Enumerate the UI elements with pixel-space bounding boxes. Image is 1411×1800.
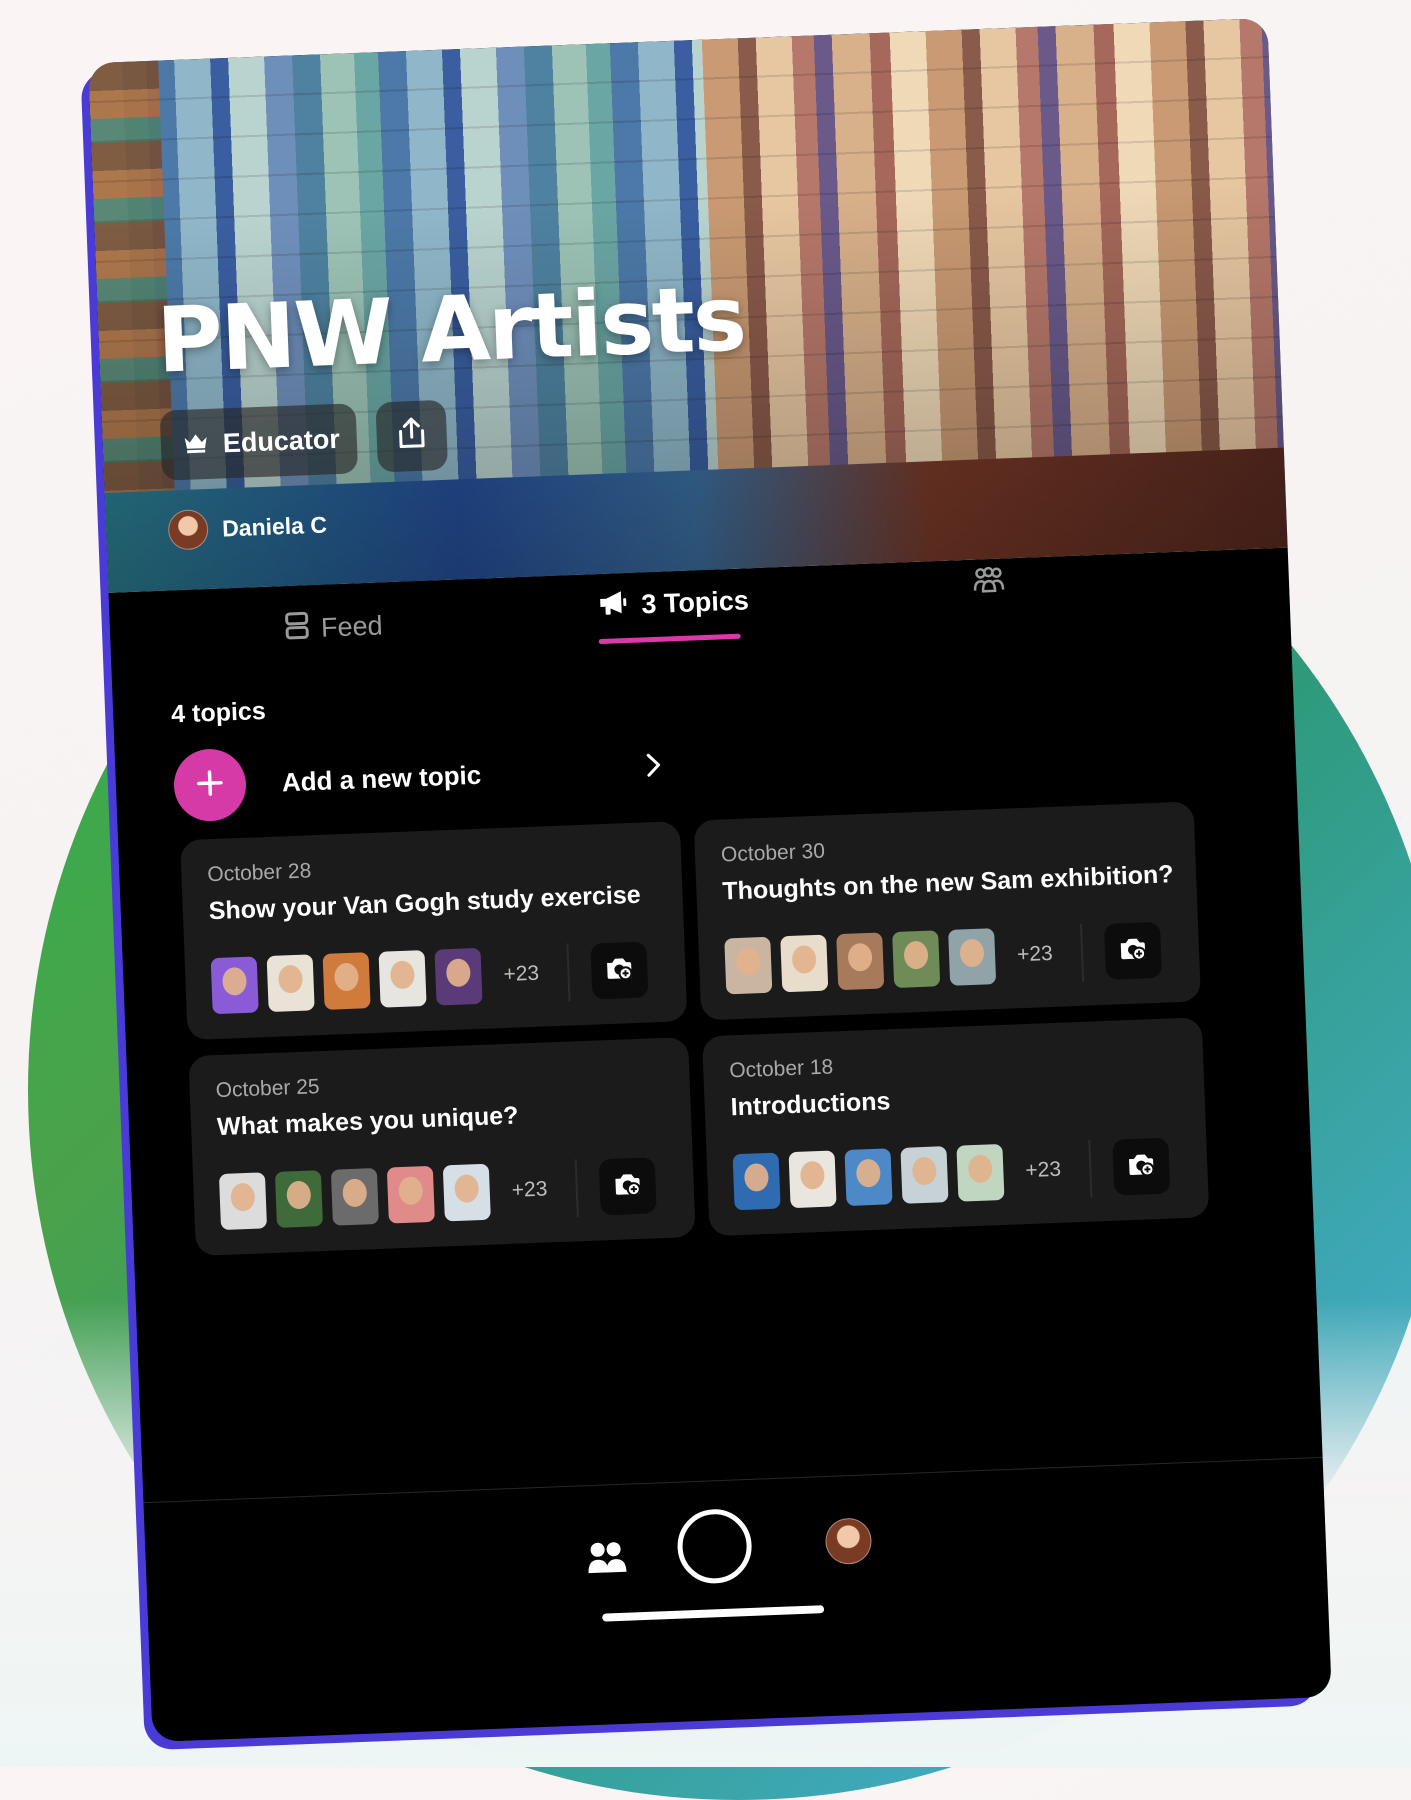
tab-feed-label: Feed bbox=[320, 610, 384, 643]
participant-avatar bbox=[266, 954, 315, 1013]
community-nav-icon[interactable] bbox=[585, 1540, 629, 1582]
tab-feed[interactable]: Feed bbox=[284, 607, 383, 648]
participant-avatar bbox=[732, 1152, 781, 1211]
tab-topics[interactable]: 3 Topics bbox=[597, 583, 750, 624]
share-button[interactable] bbox=[375, 399, 449, 473]
participant-avatar bbox=[724, 936, 773, 995]
topic-title: Introductions bbox=[730, 1087, 891, 1122]
participant-avatar bbox=[210, 956, 259, 1015]
participant-avatar bbox=[836, 932, 885, 991]
tablet-device: PNW Artists Educator Daniela C Feed 3 To… bbox=[80, 17, 1332, 1751]
add-photo-button[interactable] bbox=[1112, 1137, 1171, 1196]
participant-avatar bbox=[780, 934, 829, 993]
add-photo-button[interactable] bbox=[590, 941, 649, 1000]
camera-plus-icon bbox=[604, 954, 635, 987]
educator-label: Educator bbox=[222, 423, 341, 458]
topic-title: Show your Van Gogh study exercise bbox=[208, 880, 642, 926]
topic-participants: +23 bbox=[732, 1134, 1184, 1213]
group-cover-image: PNW Artists Educator Daniela C bbox=[88, 17, 1288, 593]
participant-avatar bbox=[844, 1148, 893, 1206]
topic-card[interactable]: October 18 Introductions +23 bbox=[701, 1017, 1210, 1237]
participant-avatar bbox=[892, 930, 941, 989]
topic-participants: +23 bbox=[724, 918, 1176, 997]
active-tab-indicator bbox=[598, 633, 741, 645]
divider bbox=[1079, 923, 1085, 982]
topic-date: October 18 bbox=[728, 1055, 834, 1083]
participant-avatar bbox=[900, 1146, 949, 1204]
participant-more-count: +23 bbox=[511, 1177, 548, 1202]
topic-card[interactable]: October 30 Thoughts on the new Sam exhib… bbox=[693, 801, 1202, 1021]
participant-avatar bbox=[274, 1170, 324, 1228]
participant-avatar bbox=[948, 928, 997, 986]
group-author[interactable]: Daniela C bbox=[167, 504, 328, 551]
divider bbox=[566, 943, 571, 1002]
participant-avatar bbox=[956, 1143, 1005, 1202]
participant-avatar bbox=[386, 1165, 435, 1224]
home-indicator bbox=[602, 1605, 825, 1622]
tab-members[interactable] bbox=[970, 565, 1007, 603]
topic-date: October 25 bbox=[215, 1075, 320, 1103]
participant-more-count: +23 bbox=[1024, 1157, 1062, 1183]
divider bbox=[574, 1159, 579, 1218]
add-topic-button[interactable] bbox=[172, 747, 248, 823]
author-avatar bbox=[167, 509, 209, 551]
add-topic-label: Add a new topic bbox=[281, 759, 482, 797]
topic-date: October 28 bbox=[206, 859, 312, 887]
participant-avatar bbox=[330, 1168, 379, 1226]
chevron-right-icon bbox=[643, 750, 664, 785]
participant-more-count: +23 bbox=[1016, 941, 1054, 967]
add-photo-button[interactable] bbox=[1103, 921, 1163, 980]
participant-avatar bbox=[322, 952, 371, 1010]
participant-avatar bbox=[442, 1163, 491, 1222]
topic-participants: +23 bbox=[218, 1154, 671, 1233]
topic-participants: +23 bbox=[210, 938, 663, 1017]
topic-card[interactable]: October 25 What makes you unique? +23 bbox=[188, 1036, 696, 1257]
topic-card[interactable]: October 28 Show your Van Gogh study exer… bbox=[180, 821, 688, 1041]
crown-icon bbox=[182, 428, 209, 460]
plus-icon bbox=[194, 768, 225, 803]
people-group-icon bbox=[970, 565, 1007, 603]
educator-badge[interactable]: Educator bbox=[159, 403, 359, 481]
divider bbox=[1088, 1139, 1093, 1198]
topic-date: October 30 bbox=[720, 839, 826, 867]
bottom-navigation bbox=[143, 1456, 1331, 1704]
participant-more-count: +23 bbox=[503, 961, 540, 986]
add-topic-row[interactable]: Add a new topic bbox=[172, 731, 675, 823]
topics-grid: October 28 Show your Van Gogh study exer… bbox=[180, 800, 1255, 1257]
camera-plus-icon bbox=[1117, 934, 1148, 967]
capture-button[interactable] bbox=[676, 1507, 753, 1585]
camera-plus-icon bbox=[612, 1170, 643, 1203]
megaphone-icon bbox=[597, 588, 630, 624]
feed-icon bbox=[284, 610, 309, 648]
participant-avatar bbox=[218, 1172, 268, 1231]
participant-avatar bbox=[788, 1150, 837, 1209]
tab-topics-label: 3 Topics bbox=[640, 585, 750, 620]
topic-title: What makes you unique? bbox=[216, 1101, 519, 1142]
camera-plus-icon bbox=[1126, 1150, 1157, 1183]
share-icon bbox=[395, 415, 429, 457]
tablet-screen: PNW Artists Educator Daniela C Feed 3 To… bbox=[88, 17, 1332, 1743]
participant-avatar bbox=[378, 950, 427, 1008]
topic-title: Thoughts on the new Sam exhibition? bbox=[721, 860, 1175, 906]
topics-count: 4 topics bbox=[170, 696, 267, 729]
participant-avatar bbox=[434, 947, 483, 1006]
profile-avatar[interactable] bbox=[824, 1517, 873, 1566]
author-name: Daniela C bbox=[221, 510, 328, 541]
add-photo-button[interactable] bbox=[598, 1157, 657, 1216]
